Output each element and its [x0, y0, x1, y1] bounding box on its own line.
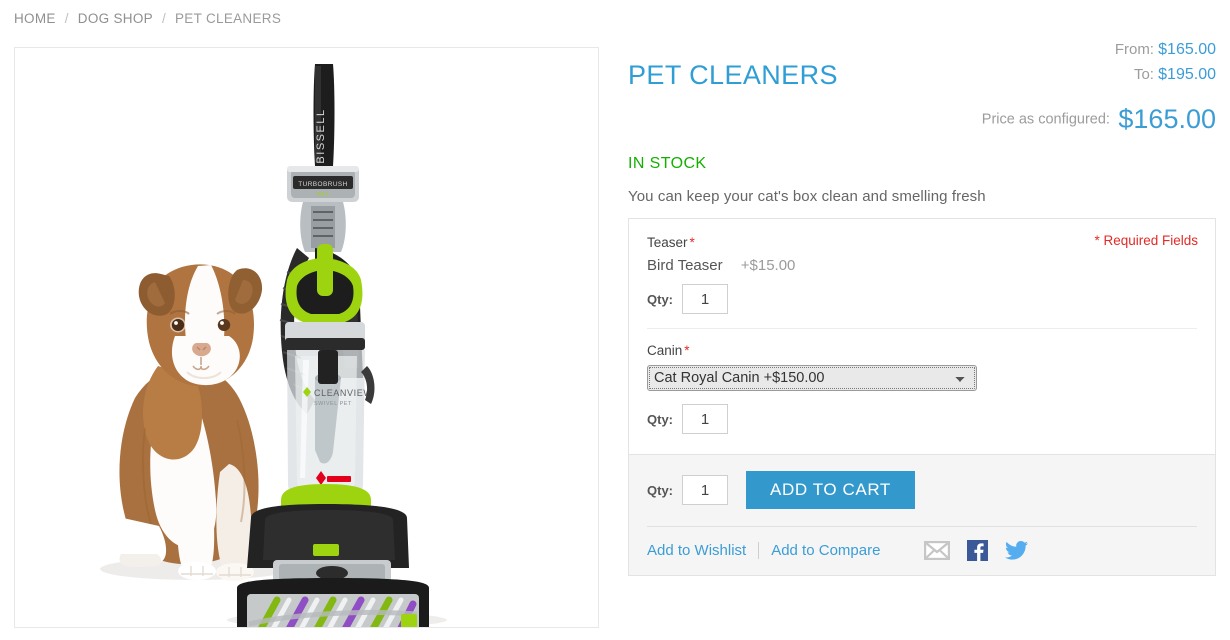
title-and-price-row: PET CLEANERS From: $165.00 To: $195.00 P…	[628, 38, 1216, 134]
price-range: From: $165.00 To: $195.00	[1115, 38, 1216, 88]
product-gallery[interactable]: BISSELL TURBOBRUSH PET CLEANVIEW SWIVEL …	[14, 47, 599, 628]
required-asterisk: *	[684, 343, 690, 358]
add-to-cart-section: Qty: ADD TO CART Add to Wishlist Add to …	[629, 454, 1215, 575]
breadcrumb-item-home[interactable]: HOME	[14, 11, 56, 26]
cart-divider	[647, 526, 1197, 527]
price-as-configured: Price as configured: $165.00	[982, 104, 1216, 135]
price-from-line: From: $165.00	[1115, 38, 1216, 63]
breadcrumb-item-pet-cleaners: PET CLEANERS	[175, 11, 282, 26]
option-group-canin: Canin * Cat Royal Canin +$150.00 Qty:	[647, 343, 1197, 434]
product-options-form: * Required Fields Teaser * Bird Teaser +$…	[628, 218, 1216, 576]
option-label-canin: Canin *	[647, 343, 690, 358]
canin-qty-input[interactable]	[682, 404, 728, 434]
page-title: PET CLEANERS	[628, 60, 838, 91]
breadcrumb-separator: /	[161, 11, 166, 26]
product-page: HOME / DOG SHOP / PET CLEANERS BISSELL T…	[0, 0, 1230, 640]
configured-label: Price as configured:	[981, 111, 1110, 128]
price-from-label: From:	[1114, 41, 1154, 58]
svg-text:TURBOBRUSH: TURBOBRUSH	[298, 181, 348, 188]
add-to-compare-link[interactable]: Add to Compare	[771, 542, 880, 559]
svg-text:BISSELL: BISSELL	[315, 108, 327, 163]
teaser-price-delta: +$15.00	[740, 257, 796, 274]
cart-qty-row: Qty: ADD TO CART	[647, 471, 1197, 509]
teaser-qty-label: Qty:	[647, 291, 673, 307]
status-badge: IN STOCK	[628, 155, 707, 172]
add-to-wishlist-link[interactable]: Add to Wishlist	[647, 542, 746, 559]
teaser-qty-input[interactable]	[682, 284, 728, 314]
required-asterisk: *	[689, 235, 695, 250]
option-divider	[647, 328, 1197, 329]
canin-qty-label: Qty:	[647, 411, 673, 427]
short-description: You can keep your cat's box clean and sm…	[628, 188, 986, 205]
canin-qty-row: Qty:	[647, 404, 1197, 434]
configured-value: $165.00	[1118, 104, 1216, 134]
twitter-icon[interactable]	[1005, 541, 1029, 560]
cart-qty-label: Qty:	[647, 482, 673, 498]
link-separator	[758, 542, 760, 559]
product-image[interactable]: BISSELL TURBOBRUSH PET CLEANVIEW SWIVEL …	[15, 48, 598, 627]
price-to-value: $195.00	[1158, 65, 1216, 83]
facebook-icon[interactable]	[967, 540, 989, 561]
option-value-teaser: Bird Teaser +$15.00	[647, 257, 1197, 274]
required-fields-note: * Required Fields	[1094, 233, 1198, 248]
price-to-label: To:	[1133, 65, 1154, 83]
social-share-group	[924, 540, 1029, 561]
breadcrumb-separator: /	[64, 11, 69, 26]
price-from-value: $165.00	[1158, 41, 1216, 58]
teaser-name: Bird Teaser	[647, 257, 723, 274]
vacuum-and-dog-photo: BISSELL TURBOBRUSH PET CLEANVIEW SWIVEL …	[15, 48, 598, 627]
svg-text:PET: PET	[317, 192, 329, 198]
canin-select[interactable]: Cat Royal Canin +$150.00	[647, 365, 977, 391]
breadcrumb: HOME / DOG SHOP / PET CLEANERS	[14, 11, 281, 26]
price-to-line: To: $195.00	[1115, 63, 1216, 88]
product-info-column: PET CLEANERS From: $165.00 To: $195.00 P…	[628, 38, 1216, 576]
product-social-row: Add to Wishlist Add to Compare	[647, 540, 1197, 561]
breadcrumb-item-dog-shop[interactable]: DOG SHOP	[78, 11, 153, 26]
cart-qty-input[interactable]	[682, 475, 728, 505]
canin-select-wrap: Cat Royal Canin +$150.00	[647, 365, 1197, 391]
add-to-cart-button[interactable]: ADD TO CART	[746, 471, 915, 509]
teaser-qty-row: Qty:	[647, 284, 1197, 314]
svg-text:SWIVEL PET: SWIVEL PET	[314, 401, 352, 407]
svg-text:CLEANVIEW: CLEANVIEW	[314, 388, 372, 398]
email-icon[interactable]	[924, 541, 951, 560]
options-body: * Required Fields Teaser * Bird Teaser +$…	[629, 219, 1215, 454]
